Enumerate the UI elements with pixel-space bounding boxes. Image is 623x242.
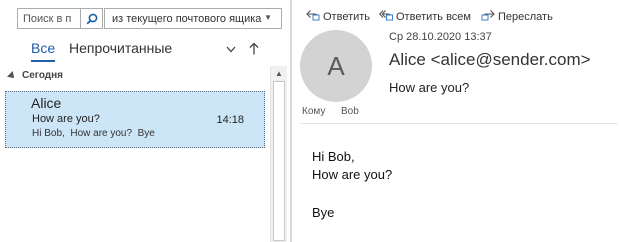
- message-body-line: Bye: [312, 205, 335, 220]
- group-label: Сегодня: [22, 70, 64, 81]
- search-input[interactable]: [18, 9, 80, 28]
- scrollbar[interactable]: ▲: [270, 66, 287, 242]
- message-sender-header[interactable]: Alice <alice@sender.com>: [389, 50, 591, 70]
- reply-label: Ответить: [323, 10, 371, 23]
- forward-label: Переслать: [498, 10, 553, 23]
- reply-button[interactable]: Ответить: [306, 9, 370, 24]
- reply-all-button[interactable]: Ответить всем: [379, 9, 471, 24]
- message-sender: Alice: [31, 95, 62, 111]
- header-divider: [300, 123, 618, 124]
- message-body-line: Hi Bob,: [312, 149, 355, 164]
- message-body-line: How are you?: [312, 167, 393, 182]
- reading-pane: Ответить Ответить всем Переслать A Ср 28…: [292, 0, 623, 242]
- reply-all-label: Ответить всем: [396, 10, 471, 23]
- message-subject: How are you?: [32, 113, 100, 125]
- forward-button[interactable]: Переслать: [481, 9, 553, 24]
- message-time: 14:18: [216, 114, 244, 126]
- tab-all[interactable]: Все: [31, 40, 56, 62]
- reply-icon: [306, 9, 320, 24]
- message-list-pane: из текущего почтового ящика ▼ Все Непроч…: [0, 0, 290, 242]
- search-scope-label: из текущего почтового ящика: [112, 13, 262, 25]
- scrollbar-thumb[interactable]: [273, 81, 285, 241]
- search-icon[interactable]: [80, 9, 102, 28]
- search-box[interactable]: [17, 8, 103, 29]
- tab-unread[interactable]: Непрочитанные: [69, 40, 172, 56]
- avatar: A: [300, 30, 372, 102]
- message-list: Сегодня Alice How are you? 14:18 Hi Bob,…: [0, 66, 290, 242]
- chevron-down-icon: ▼: [264, 13, 272, 22]
- list-item[interactable]: Alice How are you? 14:18 Hi Bob, How are…: [5, 91, 265, 148]
- forward-icon: [481, 9, 495, 24]
- group-header-today[interactable]: Сегодня: [7, 70, 64, 81]
- reply-all-icon: [379, 9, 393, 24]
- scroll-up-icon[interactable]: ▲: [271, 66, 287, 80]
- to-label: Кому: [302, 106, 326, 117]
- search-scope-dropdown[interactable]: из текущего почтового ящика ▼: [104, 8, 282, 29]
- collapse-triangle-icon: [7, 71, 17, 81]
- message-preview: Hi Bob, How are you? Bye: [32, 128, 155, 139]
- message-subject-header: How are you?: [389, 80, 470, 95]
- message-date: Ср 28.10.2020 13:37: [389, 31, 492, 43]
- sort-arrow-up-icon[interactable]: [247, 40, 261, 56]
- chevron-down-icon[interactable]: [224, 42, 238, 56]
- to-recipient[interactable]: Bob: [341, 106, 359, 117]
